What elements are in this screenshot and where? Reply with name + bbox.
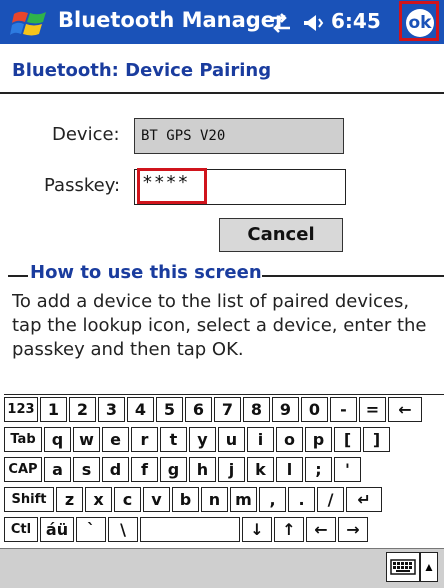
key-1-12[interactable]: ] [363,427,390,452]
key-3-6[interactable]: n [201,487,228,512]
key-0-7[interactable]: 7 [214,397,241,422]
cancel-button[interactable]: Cancel [219,218,343,252]
key-1-7[interactable]: u [218,427,245,452]
key-1-8[interactable]: i [247,427,274,452]
key-0-9[interactable]: 9 [272,397,299,422]
key-3-5[interactable]: b [172,487,199,512]
title-bar: Bluetooth Manager 6:45 ok [0,0,444,44]
clock[interactable]: 6:45 [331,9,381,33]
divider [0,92,444,94]
key-0-3[interactable]: 3 [98,397,125,422]
key-2-7[interactable]: j [218,457,245,482]
key-0-10[interactable]: 0 [301,397,328,422]
ok-button-highlight: ok [399,1,439,41]
key-0-5[interactable]: 5 [156,397,183,422]
key-1-1[interactable]: q [44,427,71,452]
key-4-2[interactable]: ` [76,517,106,542]
key-2-11[interactable]: ' [334,457,361,482]
passkey-highlight [137,168,207,204]
key-3-1[interactable]: z [56,487,83,512]
key-2-8[interactable]: k [247,457,274,482]
key-1-6[interactable]: y [189,427,216,452]
key-0-4[interactable]: 4 [127,397,154,422]
device-label: Device: [52,124,120,145]
key-2-4[interactable]: f [131,457,158,482]
key-2-3[interactable]: d [102,457,129,482]
key-4-3[interactable]: \ [108,517,138,542]
passkey-label: Passkey: [44,175,121,196]
key-2-10[interactable]: ; [305,457,332,482]
page-title: Bluetooth: Device Pairing [12,60,272,81]
key-4-8[interactable]: → [338,517,368,542]
help-text: To add a device to the list of paired de… [12,291,427,360]
key-0-8[interactable]: 8 [243,397,270,422]
key-1-10[interactable]: p [305,427,332,452]
key-1-5[interactable]: t [160,427,187,452]
key-4-5[interactable]: ↓ [242,517,272,542]
key-4-1[interactable]: áü [40,517,74,542]
key-4-7[interactable]: ← [306,517,336,542]
key-3-7[interactable]: m [230,487,257,512]
volume-icon[interactable] [302,12,328,34]
key-0-11[interactable]: - [330,397,357,422]
key-3-2[interactable]: x [85,487,112,512]
key-0-1[interactable]: 1 [40,397,67,422]
key-2-6[interactable]: h [189,457,216,482]
key-0-6[interactable]: 6 [185,397,212,422]
section-divider [262,275,444,277]
key-4-6[interactable]: ↑ [274,517,304,542]
key-1-2[interactable]: w [73,427,100,452]
ok-button[interactable]: ok [406,9,434,37]
key-1-11[interactable]: [ [334,427,361,452]
key-1-9[interactable]: o [276,427,303,452]
input-menu-arrow-icon[interactable]: ▲ [420,552,438,582]
soft-keyboard: 123 1 2 3 4 5 6 7 8 9 0- = ← Tab q w e r t y u i o p[] CAP a s d f g h… [4,394,444,545]
key-ctrl[interactable]: Ctl [4,517,38,542]
key-2-9[interactable]: l [276,457,303,482]
key-0-12[interactable]: = [359,397,386,422]
section-title: How to use this screen [30,262,262,283]
key-caps[interactable]: CAP [4,457,42,482]
key-0-13[interactable]: ← [388,397,422,422]
keyboard-icon[interactable] [386,552,420,582]
key-2-2[interactable]: s [73,457,100,482]
key-1-4[interactable]: r [131,427,158,452]
device-field: BT GPS V20 [134,118,344,154]
key-3-9[interactable]: . [288,487,315,512]
key-3-3[interactable]: c [114,487,141,512]
key-2-1[interactable]: a [44,457,71,482]
key-1-3[interactable]: e [102,427,129,452]
app-title: Bluetooth Manager [58,8,286,32]
key-shift[interactable]: Shift [4,487,54,512]
connectivity-icon[interactable] [267,10,293,36]
key-2-5[interactable]: g [160,457,187,482]
key-3-11[interactable]: ↵ [346,487,382,512]
key-space[interactable] [140,517,240,542]
key-3-8[interactable]: , [259,487,286,512]
key-tab[interactable]: Tab [4,427,42,452]
bottom-bar [0,548,444,588]
key-0-2[interactable]: 2 [69,397,96,422]
key-123[interactable]: 123 [4,397,38,422]
key-3-10[interactable]: / [317,487,344,512]
key-3-4[interactable]: v [143,487,170,512]
section-divider [8,275,28,277]
windows-flag-icon[interactable] [10,6,50,38]
